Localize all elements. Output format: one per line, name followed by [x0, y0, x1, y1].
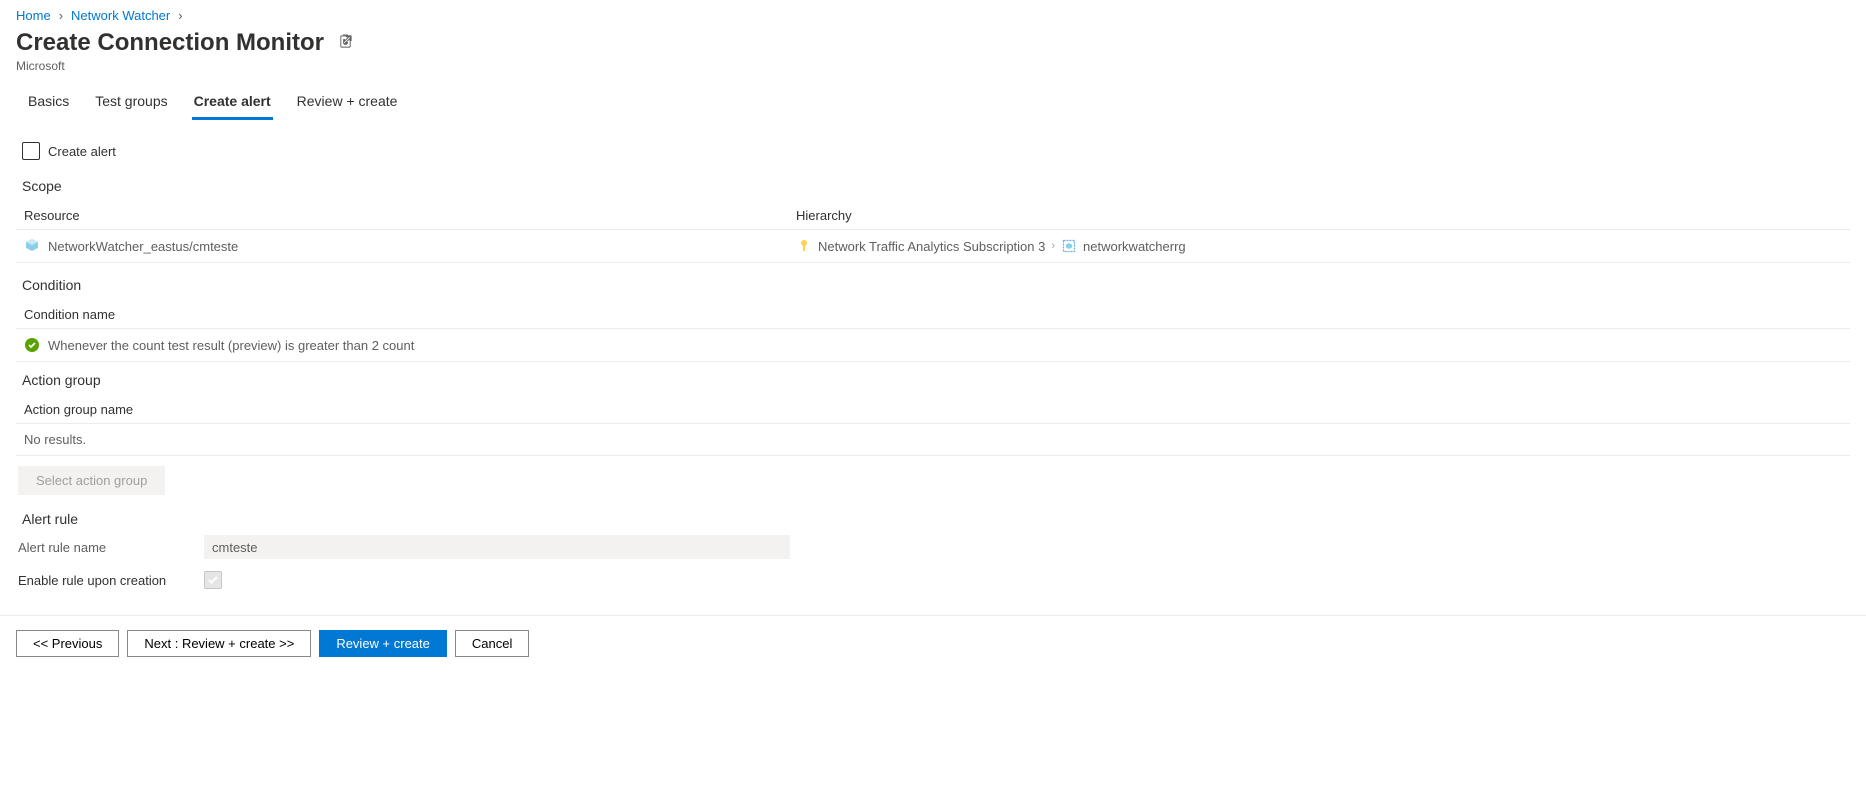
condition-row: Whenever the count test result (preview)…: [16, 329, 1850, 362]
pin-icon[interactable]: [338, 34, 353, 53]
resource-icon: [24, 238, 40, 254]
page-subtitle: Microsoft: [16, 59, 1850, 73]
tabs: Basics Test groups Create alert Review +…: [16, 87, 1850, 120]
action-group-header: Action group name: [16, 396, 1850, 424]
review-create-button[interactable]: Review + create: [319, 630, 447, 657]
next-button[interactable]: Next : Review + create >>: [127, 630, 311, 657]
action-group-empty: No results.: [24, 432, 86, 447]
page-title: Create Connection Monitor: [16, 29, 324, 57]
chevron-right-icon: ›: [178, 8, 182, 23]
alert-rule-label: Alert rule: [22, 511, 1850, 527]
condition-label: Condition: [22, 277, 1850, 293]
breadcrumb-network-watcher[interactable]: Network Watcher: [71, 8, 170, 23]
create-alert-checkbox-label: Create alert: [48, 144, 116, 159]
chevron-right-icon: ›: [59, 8, 63, 23]
column-header-hierarchy: Hierarchy: [796, 208, 1850, 223]
alert-rule-name-label: Alert rule name: [16, 540, 204, 555]
action-group-row: No results.: [16, 424, 1850, 456]
condition-header: Condition name: [16, 301, 1850, 329]
scope-hierarchy-rg: networkwatcherrg: [1083, 239, 1186, 254]
column-header-action-group-name: Action group name: [24, 402, 133, 417]
scope-row: NetworkWatcher_eastus/cmteste Network Tr…: [16, 230, 1850, 263]
breadcrumb-home[interactable]: Home: [16, 8, 51, 23]
create-alert-checkbox[interactable]: [22, 142, 40, 160]
previous-button[interactable]: << Previous: [16, 630, 119, 657]
tab-basics[interactable]: Basics: [26, 87, 71, 120]
scope-header: Resource Hierarchy: [16, 202, 1850, 230]
scope-label: Scope: [22, 178, 1850, 194]
tab-create-alert[interactable]: Create alert: [192, 87, 273, 120]
enable-rule-label: Enable rule upon creation: [16, 573, 204, 588]
checkmark-circle-icon: [24, 337, 40, 353]
condition-text: Whenever the count test result (preview)…: [48, 338, 414, 353]
cancel-button[interactable]: Cancel: [455, 630, 529, 657]
enable-rule-checkbox[interactable]: [204, 571, 222, 589]
key-icon: [796, 238, 812, 254]
tab-review-create[interactable]: Review + create: [295, 87, 400, 120]
resource-group-icon: [1061, 238, 1077, 254]
tab-test-groups[interactable]: Test groups: [93, 87, 169, 120]
select-action-group-button[interactable]: Select action group: [18, 466, 165, 495]
action-group-label: Action group: [22, 372, 1850, 388]
column-header-condition-name: Condition name: [24, 307, 115, 322]
footer: << Previous Next : Review + create >> Re…: [0, 615, 1866, 671]
scope-resource-value: NetworkWatcher_eastus/cmteste: [48, 239, 238, 254]
alert-rule-name-input[interactable]: [204, 535, 790, 559]
chevron-right-icon: ›: [1051, 240, 1055, 252]
column-header-resource: Resource: [24, 208, 796, 223]
scope-hierarchy-subscription: Network Traffic Analytics Subscription 3: [818, 239, 1045, 254]
breadcrumb: Home › Network Watcher ›: [16, 8, 1850, 23]
